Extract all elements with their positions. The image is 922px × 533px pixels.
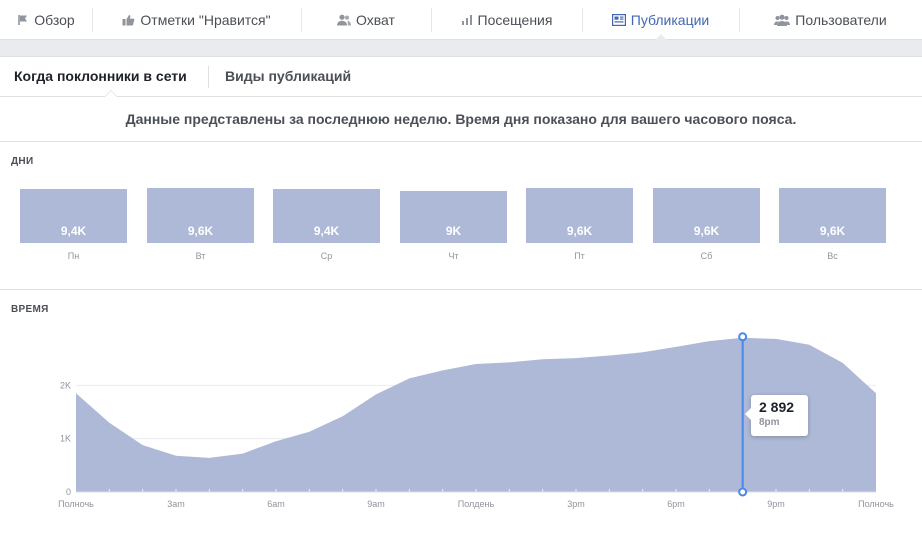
tab-likes[interactable]: Отметки "Нравится" bbox=[92, 0, 301, 40]
subtab-post-types[interactable]: Виды публикаций bbox=[225, 57, 351, 96]
day-label: Пт bbox=[574, 251, 585, 261]
days-section-title: ДНИ bbox=[11, 156, 34, 167]
day-bar[interactable]: 9,4K bbox=[273, 189, 380, 243]
group-icon bbox=[774, 14, 791, 26]
day-bar-value: 9K bbox=[445, 224, 462, 238]
chart-tooltip: 2 892 8pm bbox=[745, 395, 808, 436]
y-tick-label: 2K bbox=[60, 380, 71, 390]
day-label: Вс bbox=[827, 251, 838, 261]
tooltip-time: 8pm bbox=[759, 417, 780, 428]
x-tick-label: 6am bbox=[267, 499, 285, 509]
day-bar[interactable]: 9,6K bbox=[779, 188, 886, 243]
x-tick-label: 9pm bbox=[767, 499, 785, 509]
x-tick-label: Полдень bbox=[458, 499, 495, 509]
highlight-base-point bbox=[738, 487, 748, 497]
tooltip-value: 2 892 bbox=[759, 399, 795, 415]
tab-label: Посещения bbox=[477, 12, 553, 28]
tab-divider bbox=[431, 8, 432, 32]
tab-posts[interactable]: Публикации bbox=[582, 0, 739, 41]
day-bar-value: 9,4K bbox=[313, 224, 340, 238]
newspaper-icon bbox=[611, 14, 626, 26]
day-bar[interactable]: 9,6K bbox=[526, 188, 633, 243]
highlight-point bbox=[738, 332, 748, 342]
subtab-when-fans-online[interactable]: Когда поклонники в сети bbox=[14, 57, 187, 97]
tab-reach[interactable]: Охват bbox=[301, 0, 431, 40]
tab-divider bbox=[92, 8, 93, 32]
header-band bbox=[0, 40, 922, 57]
day-bar-value: 9,6K bbox=[819, 224, 846, 238]
data-notice: Данные представлены за последнюю неделю.… bbox=[0, 97, 922, 142]
day-bar[interactable]: 9,6K bbox=[147, 188, 254, 243]
tab-divider bbox=[739, 8, 740, 32]
day-bar[interactable]: 9,6K bbox=[653, 188, 760, 243]
x-tick-label: Полночь bbox=[858, 499, 894, 509]
y-tick-label: 1K bbox=[60, 434, 71, 444]
day-label: Сб bbox=[700, 251, 713, 261]
day-label: Пн bbox=[67, 251, 80, 261]
x-tick-label: 9am bbox=[367, 499, 385, 509]
x-tick-label: 6pm bbox=[667, 499, 685, 509]
days-bars: 9,4K Пн 9,6K Вт 9,4K Ср 9K Чт 9,6K Пт 9,6K Сб 9,6K Вс bbox=[0, 180, 922, 270]
day-bar-value: 9,6K bbox=[187, 224, 214, 238]
thumbs-up-icon bbox=[122, 14, 135, 26]
section-divider bbox=[0, 289, 922, 290]
x-tick-label: 3pm bbox=[567, 499, 585, 509]
day-bar-value: 9,6K bbox=[566, 224, 593, 238]
x-tick-label: 3am bbox=[167, 499, 185, 509]
subtab-divider bbox=[208, 66, 209, 88]
day-label: Чт bbox=[448, 251, 459, 261]
day-bar-value: 9,6K bbox=[693, 224, 720, 238]
people-icon bbox=[337, 14, 352, 26]
time-section-title: ВРЕМЯ bbox=[11, 304, 49, 315]
tab-label: Охват bbox=[356, 12, 395, 28]
day-bar-value: 9,4K bbox=[60, 224, 87, 238]
day-bar[interactable]: 9K bbox=[400, 191, 507, 243]
tab-label: Публикации bbox=[630, 12, 710, 28]
y-tick-label: 0 bbox=[66, 487, 71, 497]
flag-icon bbox=[17, 14, 29, 26]
sub-tab-bar: Когда поклонники в сети Виды публикаций bbox=[0, 57, 922, 97]
tab-divider bbox=[582, 8, 583, 32]
day-label: Вт bbox=[195, 251, 206, 261]
tab-label: Обзор bbox=[34, 12, 75, 28]
tab-overview[interactable]: Обзор bbox=[0, 0, 92, 40]
tab-label: Отметки "Нравится" bbox=[140, 12, 271, 28]
x-tick-label: Полночь bbox=[58, 499, 94, 509]
bar-chart-icon bbox=[461, 14, 473, 26]
insights-tab-bar: Обзор Отметки "Нравится" Охват Посещения Пуб… bbox=[0, 0, 922, 41]
day-label: Ср bbox=[320, 251, 333, 261]
tab-people[interactable]: Пользователи bbox=[739, 0, 922, 40]
tab-visits[interactable]: Посещения bbox=[431, 0, 582, 40]
day-bar[interactable]: 9,4K bbox=[20, 189, 127, 243]
tab-label: Пользователи bbox=[795, 12, 887, 28]
tab-divider bbox=[301, 8, 302, 32]
